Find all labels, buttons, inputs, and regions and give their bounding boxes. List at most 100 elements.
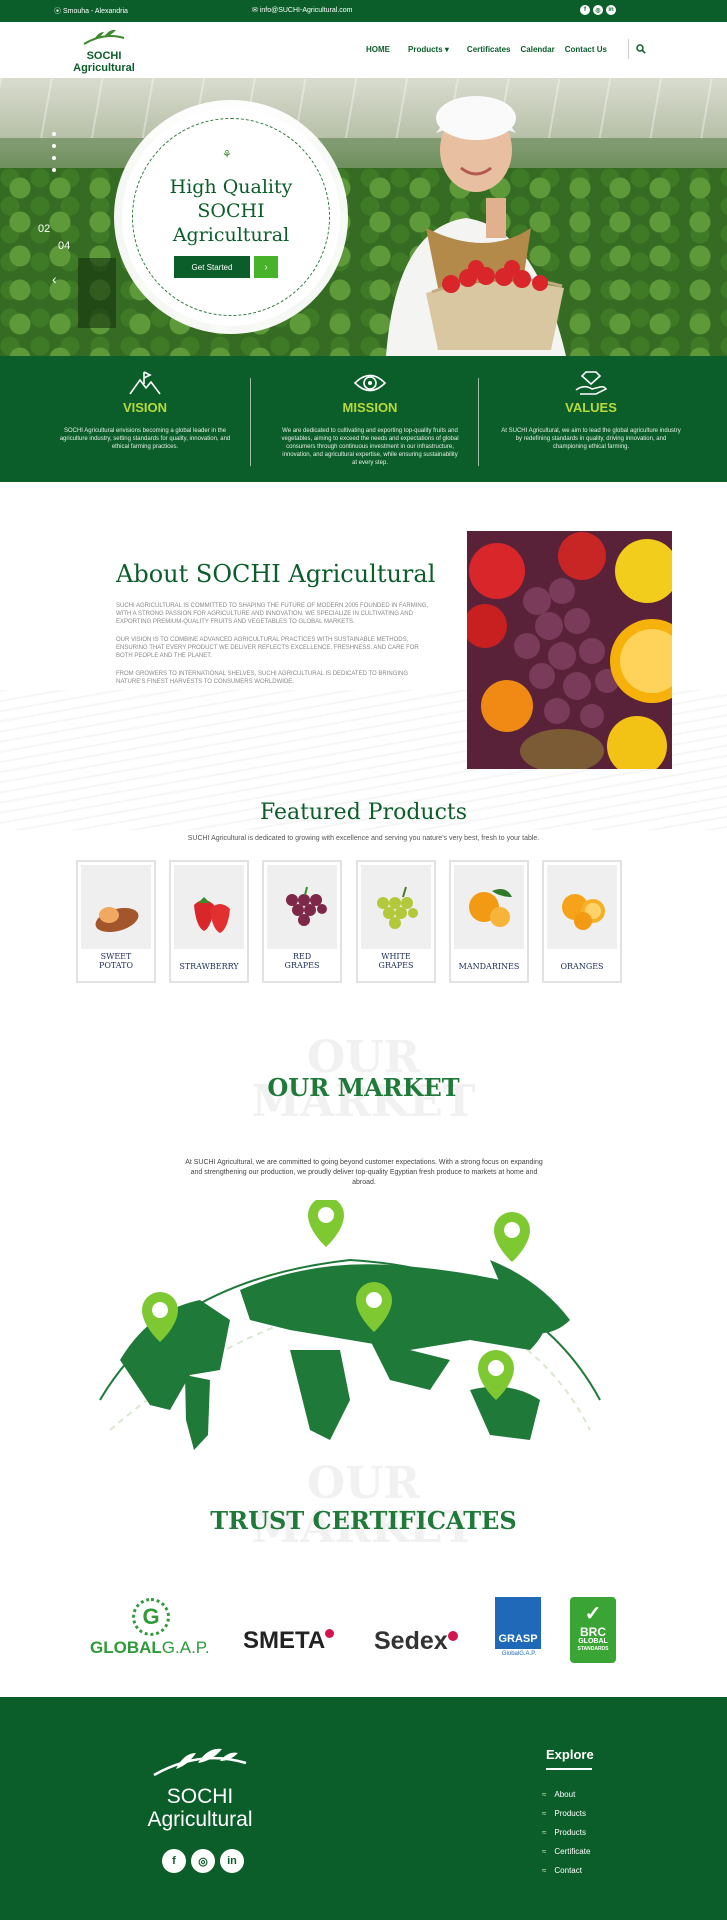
nav-calendar[interactable]: Calendar — [521, 45, 555, 54]
mission-text: We are dedicated to cultivating and expo… — [281, 428, 459, 466]
slider-prev-arrow-icon[interactable]: ‹ — [52, 271, 57, 287]
mandarines-image — [454, 865, 524, 949]
product-label-line1: WHITE — [381, 952, 411, 961]
footer-link-contact[interactable]: ≈ Contact — [542, 1861, 590, 1880]
footer-social-icons: f ◎ in — [162, 1849, 244, 1873]
farmer-woman-image — [386, 96, 566, 356]
footer-link-products[interactable]: ≈ Products — [542, 1804, 590, 1823]
footer-link-label: Products — [554, 1809, 586, 1818]
globalgap-text-rest: G.A.P. — [161, 1638, 210, 1657]
product-card-white-grapes[interactable]: WHITE GRAPES — [356, 860, 436, 983]
product-label-line1: RED — [292, 952, 312, 961]
arrow-right-button[interactable]: › — [254, 256, 278, 278]
instagram-icon[interactable]: ◎ — [593, 5, 603, 15]
vision-block: VISION SOCHI Agricultural envisions beco… — [55, 370, 235, 451]
nav-certificates[interactable]: Certificates — [467, 45, 511, 54]
nav-contact[interactable]: Contact Us — [565, 45, 607, 54]
hero-title-line3: Agricultural — [172, 224, 290, 246]
hero-banner: 02 04 ‹ ⚘ High Quality SOCHI Agricultura… — [0, 78, 727, 356]
product-label-line1: SWEET — [100, 952, 132, 961]
leaf-icon: ≈ — [542, 1809, 547, 1818]
sprout-icon: ⚘ — [222, 149, 232, 161]
facebook-icon[interactable]: f — [162, 1849, 186, 1873]
nav-products[interactable]: Products ▾ — [408, 45, 449, 54]
envelope-icon: ✉ — [252, 7, 260, 14]
footer-links: ≈ About ≈ Products ≈ Products ≈ Certificate … — [542, 1785, 590, 1880]
product-label: RED GRAPES — [264, 952, 340, 970]
hero-badge: ⚘ High Quality SOCHI Agricultural Get St… — [122, 108, 340, 326]
product-label: WHITE GRAPES — [358, 952, 434, 970]
greenhouse-roof — [0, 78, 727, 138]
site-logo[interactable]: SOCHI Agricultural — [70, 28, 138, 74]
search-icon[interactable] — [636, 44, 646, 54]
nav-products-label: Products — [408, 45, 443, 54]
brc-text: BRC — [580, 1625, 606, 1639]
get-started-button[interactable]: Get Started — [174, 256, 250, 278]
footer-wheat-logo-icon — [153, 1748, 247, 1777]
globalgap-g-mark: G — [132, 1598, 170, 1636]
footer-logo[interactable]: SOCHI Agricultural — [130, 1741, 270, 1832]
email-text[interactable]: info@SUCHI-Agricultural.com — [260, 7, 353, 14]
hero-title-line1: High Quality — [169, 176, 293, 198]
product-card-mandarines[interactable]: MANDARINES — [449, 860, 529, 983]
strawberry-image — [174, 865, 244, 949]
product-label-line1: ORANGES — [560, 962, 604, 971]
divider — [478, 378, 479, 466]
slider-dots — [52, 132, 56, 172]
slider-dot[interactable] — [52, 168, 56, 172]
footer-link-label: Products — [554, 1828, 586, 1837]
vision-mission-values: VISION SOCHI Agricultural envisions beco… — [0, 356, 727, 482]
product-label: ORANGES — [544, 962, 620, 971]
eye-target-icon — [280, 370, 460, 396]
mission-title: MISSION — [342, 400, 398, 415]
grasp-subtext: GlobalG.A.P. — [501, 1651, 537, 1657]
values-text: At SUCHI Agricultural, we aim to lead th… — [501, 428, 681, 450]
footer-link-products-2[interactable]: ≈ Products — [542, 1823, 590, 1842]
featured-title: Featured Products — [259, 800, 468, 825]
slide-current: 02 — [38, 223, 51, 235]
hero-title: High Quality SOCHI Agricultural — [122, 175, 340, 247]
slider-overlay-block — [78, 258, 116, 328]
linkedin-icon[interactable]: in — [220, 1849, 244, 1873]
product-card-red-grapes[interactable]: RED GRAPES — [262, 860, 342, 983]
explore-underline — [546, 1768, 592, 1770]
mission-block: MISSION We are dedicated to cultivating … — [280, 370, 460, 467]
footer-logo-line1: SOCHI — [166, 1785, 234, 1808]
top-social-icons: f ◎ in — [580, 5, 616, 15]
facebook-icon[interactable]: f — [580, 5, 590, 15]
product-card-sweet-potato[interactable]: SWEET POTATO — [76, 860, 156, 983]
cert-ghost-text-1: OUR — [306, 1458, 421, 1509]
certificates-title: TRUST CERTIFICATES — [210, 1506, 517, 1535]
nav-divider — [628, 39, 629, 59]
market-text: At SUCHI Agricultural, we are committed … — [185, 1159, 543, 1186]
footer-link-certificate[interactable]: ≈ Certificate — [542, 1842, 590, 1861]
slider-dot[interactable] — [52, 144, 56, 148]
product-label-line1: MANDARINES — [458, 962, 520, 971]
hero-title-line2: SOCHI — [197, 200, 265, 222]
footer-link-about[interactable]: ≈ About — [542, 1785, 590, 1804]
leaf-icon: ≈ — [542, 1847, 547, 1856]
about-paragraph-1: SUCHI AGRICULTURAL IS COMMITTED TO SHAPI… — [116, 603, 429, 625]
nav-home[interactable]: HOME — [366, 45, 390, 54]
slider-dot[interactable] — [52, 132, 56, 136]
sedex-logo: Sedex — [374, 1627, 458, 1656]
instagram-icon[interactable]: ◎ — [191, 1849, 215, 1873]
product-label-line2: GRAPES — [284, 961, 320, 970]
product-card-strawberry[interactable]: STRAWBERRY — [169, 860, 249, 983]
site-header: SOCHI Agricultural HOME Products ▾ Certi… — [0, 22, 727, 78]
red-grapes-image — [267, 865, 337, 949]
product-card-oranges[interactable]: ORANGES — [542, 860, 622, 983]
product-label: SWEET POTATO — [78, 952, 154, 970]
linkedin-icon[interactable]: in — [606, 5, 616, 15]
slider-dot[interactable] — [52, 156, 56, 160]
check-icon: ✓ — [584, 1603, 602, 1625]
product-label: MANDARINES — [451, 962, 527, 971]
email-info[interactable]: ✉ info@SUCHI-Agricultural.com — [252, 6, 353, 14]
map-pin-icon — [308, 1200, 344, 1247]
product-label: STRAWBERRY — [171, 962, 247, 971]
grasp-logo: GRASP GlobalG.A.P. — [495, 1597, 541, 1663]
hand-diamond-icon — [500, 370, 682, 396]
footer-link-label: Contact — [554, 1866, 582, 1875]
leaf-icon: ≈ — [542, 1790, 547, 1799]
site-footer: SOCHI Agricultural f ◎ in Explore ≈ About… — [0, 1697, 727, 1920]
